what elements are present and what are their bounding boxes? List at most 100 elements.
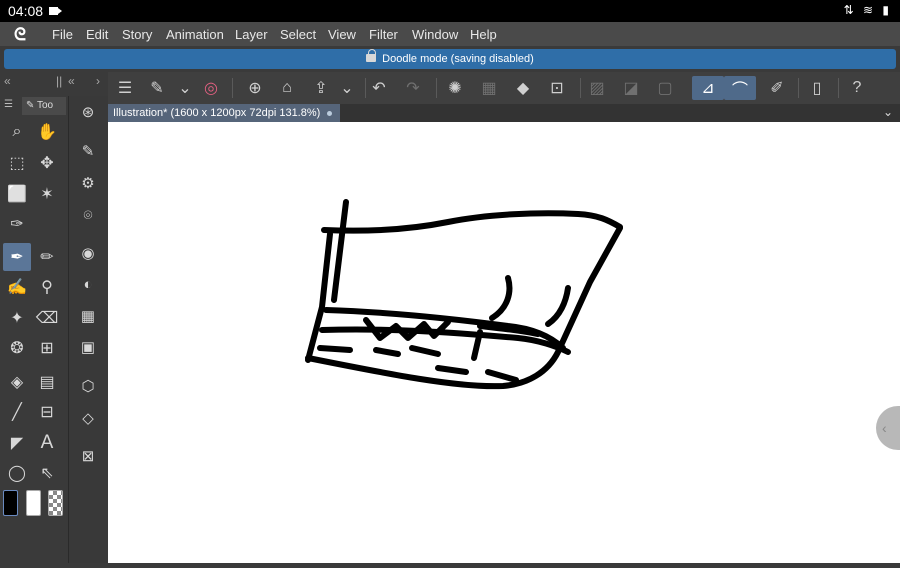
grid-icon[interactable]: ▦ xyxy=(476,76,502,100)
rect-select-icon[interactable]: ⬜ xyxy=(3,180,31,208)
correct-line-icon[interactable]: ⇖ xyxy=(33,459,61,487)
export-icon[interactable]: ⇪ xyxy=(308,76,334,100)
open-folder-icon[interactable]: ⌂ xyxy=(274,76,300,100)
pen-line-icon[interactable]: ✐ xyxy=(764,76,790,100)
bucket-icon[interactable]: ◈ xyxy=(3,368,31,396)
hand-icon[interactable]: ✋ xyxy=(33,118,61,146)
frame-icon[interactable]: ▢ xyxy=(652,76,678,100)
panel-tabs: « || « › xyxy=(0,72,108,98)
sub-image-icon[interactable]: ⊠ xyxy=(76,444,100,468)
chevron-down-icon[interactable]: ⌄ xyxy=(172,76,198,100)
opacity-icon[interactable]: ◪ xyxy=(618,76,644,100)
canvas-drawing xyxy=(305,199,623,390)
redo-icon[interactable]: ↷ xyxy=(400,76,426,100)
toolbar-separator xyxy=(838,78,839,98)
chevron-down-icon[interactable]: ⌄ xyxy=(334,76,360,100)
menu-layer[interactable]: Layer xyxy=(235,27,268,42)
menu-view[interactable]: View xyxy=(328,27,356,42)
sketch-stroke xyxy=(489,275,513,321)
menu-filter[interactable]: Filter xyxy=(369,27,398,42)
blend-icon[interactable]: ❂ xyxy=(3,334,31,362)
lasso-icon[interactable]: ◯ xyxy=(3,459,31,487)
transparent-color-swatch[interactable] xyxy=(48,490,63,516)
menu-window[interactable]: Window xyxy=(412,27,458,42)
toolbar-separator xyxy=(232,78,233,98)
sub-layers-icon[interactable]: ◇ xyxy=(76,406,100,430)
undo-icon[interactable]: ↶ xyxy=(366,76,392,100)
menu-help[interactable]: Help xyxy=(470,27,497,42)
loading-icon[interactable]: ✺ xyxy=(442,76,468,100)
sub-3d-icon[interactable]: ⬡ xyxy=(76,374,100,398)
gradient-icon[interactable]: ▤ xyxy=(33,368,61,396)
sketch-stroke xyxy=(331,199,349,303)
menu-animation[interactable]: Animation xyxy=(166,27,224,42)
document-tab[interactable]: Illustration* (1600 x 1200px 72dpi 131.8… xyxy=(108,104,340,122)
move-icon[interactable]: ✥ xyxy=(33,149,61,177)
text-icon[interactable]: A xyxy=(33,429,61,457)
tool-tab-menu-icon[interactable]: ☰ xyxy=(4,99,13,110)
menu-story[interactable]: Story xyxy=(122,27,152,42)
tool-tab-label[interactable]: ✎ Too xyxy=(22,97,66,115)
sub-color-swatch[interactable] xyxy=(26,490,41,516)
document-title: Illustration* (1600 x 1200px 72dpi 131.8… xyxy=(113,107,321,119)
pen-icon[interactable]: ✒ xyxy=(3,243,31,271)
magic-wand-icon[interactable]: ✶ xyxy=(33,180,61,208)
new-file-icon[interactable]: ⊕ xyxy=(242,76,268,100)
menu-file[interactable]: File xyxy=(52,27,73,42)
spiral-icon[interactable]: ◎ xyxy=(198,76,224,100)
system-status-icons: ⇅ ≋ ▮ xyxy=(843,3,892,17)
mask-icon[interactable]: ▨ xyxy=(584,76,610,100)
grip-icon[interactable]: || xyxy=(56,74,62,88)
eyedropper-icon[interactable]: ✑ xyxy=(3,210,31,238)
menu-select[interactable]: Select xyxy=(280,27,316,42)
chevron-down-icon[interactable]: ⌄ xyxy=(883,105,893,119)
airbrush-icon[interactable]: ⚲ xyxy=(33,273,61,301)
doodle-mode-text: Doodle mode (saving disabled) xyxy=(382,53,534,65)
hamburger-menu-icon[interactable]: ☰ xyxy=(112,76,138,100)
sub-palette-icon[interactable]: ▦ xyxy=(76,304,100,328)
expand-icon[interactable]: › xyxy=(96,74,100,88)
sub-film-icon[interactable]: ▣ xyxy=(76,335,100,359)
sub-settings-icon[interactable]: ⚙ xyxy=(76,171,100,195)
main-color-swatch[interactable] xyxy=(3,490,18,516)
crop-icon[interactable]: ⊡ xyxy=(544,76,570,100)
line-icon[interactable]: ╱ xyxy=(3,398,31,426)
app-logo-icon[interactable]: ᘓ xyxy=(14,25,26,45)
sub-tool-palette xyxy=(68,96,108,563)
sub-drops-icon[interactable]: ◐ xyxy=(76,272,100,296)
sub-layer-icon[interactable]: ◉ xyxy=(76,241,100,265)
toolbar-separator xyxy=(580,78,581,98)
object-select-icon[interactable]: ⬚ xyxy=(3,149,31,177)
status-bar: 04:08 ⇅ ≋ ▮ xyxy=(0,0,900,22)
eraser-icon[interactable]: ⌫ xyxy=(33,304,61,332)
ruler-icon[interactable]: ⊿ xyxy=(692,76,724,100)
doodle-mode-banner: Doodle mode (saving disabled) xyxy=(4,49,896,69)
fill-icon[interactable]: ◆ xyxy=(510,76,536,100)
frame-border-icon[interactable]: ⊟ xyxy=(33,398,61,426)
sketch-stroke xyxy=(545,285,571,327)
edit-icon[interactable]: ✎ xyxy=(144,76,170,100)
tool-tab: ☰ ✎ Too xyxy=(0,96,66,116)
sub-target-icon[interactable]: ⌾ xyxy=(76,203,100,227)
collapse-left-icon[interactable]: « xyxy=(4,74,11,88)
sketch-stroke xyxy=(321,210,623,234)
collapse-icon[interactable]: « xyxy=(68,74,75,88)
mesh-icon[interactable]: ⊞ xyxy=(33,334,61,362)
toolbar-separator xyxy=(798,78,799,98)
sub-search-icon[interactable]: ⊛ xyxy=(76,100,100,124)
drawing-canvas[interactable] xyxy=(108,122,900,563)
menu-edit[interactable]: Edit xyxy=(86,27,108,42)
balloon-icon[interactable]: ◤ xyxy=(3,429,31,457)
pencil-icon[interactable]: ✏ xyxy=(33,243,61,271)
brush-icon[interactable]: ✍ xyxy=(3,273,31,301)
chevron-left-icon: ‹ xyxy=(882,420,887,436)
menu-bar: ᘓ File Edit Story Animation Layer Select… xyxy=(0,22,900,46)
brush-stroke-icon[interactable]: ⌒ xyxy=(724,76,756,100)
help-icon[interactable]: ? xyxy=(844,76,870,100)
decoration-icon[interactable]: ✦ xyxy=(3,304,31,332)
sub-edit-icon[interactable]: ✎ xyxy=(76,139,100,163)
sketch-stroke xyxy=(305,231,333,363)
device-icon[interactable]: ▯ xyxy=(804,76,830,100)
zoom-icon[interactable]: ⌕ xyxy=(3,118,31,146)
toolbar-separator xyxy=(436,78,437,98)
